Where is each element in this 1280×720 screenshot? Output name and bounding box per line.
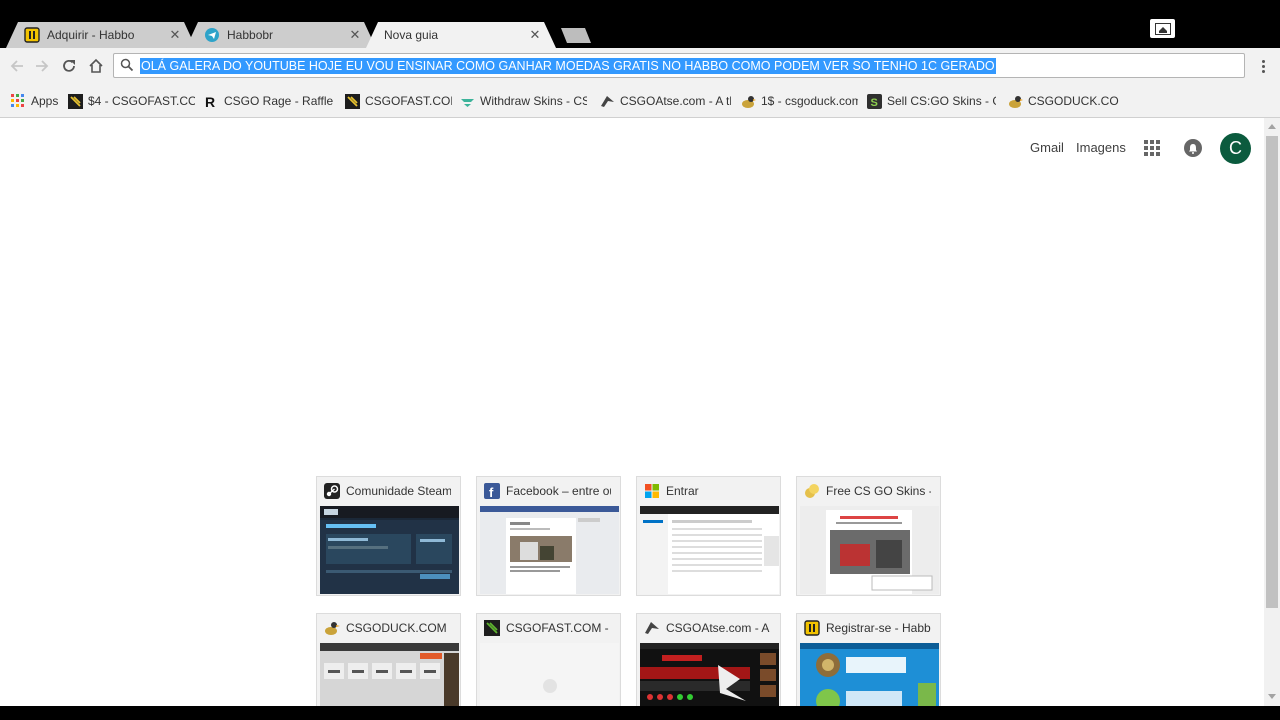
new-tab-page: Gmail Imagens C Comunidade Steam f Faceb… <box>0 118 1264 706</box>
chrome-menu-button[interactable] <box>1256 57 1270 75</box>
csgofast-icon <box>344 93 360 109</box>
coins-icon <box>804 483 820 499</box>
tab-adquirir-habbo[interactable]: Adquirir - Habbo ✕ <box>6 22 196 48</box>
bookmark-csgoduck[interactable]: CSGODUCK.COM <box>1007 93 1119 109</box>
csgoatse-icon <box>644 620 660 636</box>
tile-title: Comunidade Steam <box>346 484 451 498</box>
withdraw-icon <box>459 93 475 109</box>
google-apps-icon[interactable] <box>1144 140 1160 156</box>
bookmark-sell-skins[interactable]: S Sell CS:GO Skins - Get <box>866 93 996 109</box>
bookmark-csgofast[interactable]: CSGOFAST.COM <box>344 93 452 109</box>
telegram-icon <box>204 27 220 43</box>
duck-icon <box>1007 93 1023 109</box>
scroll-down-icon[interactable] <box>1268 694 1276 699</box>
habbo-icon <box>804 620 820 636</box>
forward-button[interactable] <box>32 56 52 76</box>
most-visited-tile[interactable]: f Facebook – entre ou c <box>476 476 621 596</box>
bookmark-label: CSGOAtse.com - A th <box>620 94 731 108</box>
bookmark-label: Withdraw Skins - CSG <box>480 94 587 108</box>
close-icon[interactable]: ✕ <box>168 28 182 42</box>
bookmark-apps[interactable]: Apps <box>10 93 60 109</box>
csgorage-icon: R <box>203 93 219 109</box>
tab-title: Habbobr <box>227 28 274 42</box>
duck-icon <box>740 93 756 109</box>
csgofast-icon <box>484 620 500 636</box>
sell-icon: S <box>866 93 882 109</box>
tile-title: Entrar <box>666 484 699 498</box>
tile-title: Free CS GO Skins - C <box>826 484 931 498</box>
address-text[interactable]: OLÁ GALERA DO YOUTUBE HOJE EU VOU ENSINA… <box>140 58 996 74</box>
most-visited-tile[interactable]: CSGODUCK.COM <box>316 613 461 706</box>
bookmark-label: $4 - CSGOFAST.COM <box>88 94 195 108</box>
bookmark-csgorage[interactable]: R CSGO Rage - Raffles & <box>203 93 334 109</box>
habbo-icon <box>24 27 40 43</box>
tile-thumbnail <box>640 643 779 706</box>
most-visited-tile[interactable]: CSGOFAST.COM - TF <box>476 613 621 706</box>
new-tab-button[interactable] <box>561 28 591 43</box>
most-visited-tile[interactable]: CSGOAtse.com - A th <box>636 613 781 706</box>
tile-title: Facebook – entre ou c <box>506 484 611 498</box>
address-bar[interactable]: OLÁ GALERA DO YOUTUBE HOJE EU VOU ENSINA… <box>113 53 1245 78</box>
svg-text:S: S <box>870 97 877 109</box>
tile-title: CSGOAtse.com - A th <box>666 621 771 635</box>
bookmark-label: CSGODUCK.COM <box>1028 94 1119 108</box>
tile-thumbnail <box>640 506 779 594</box>
tile-thumbnail <box>800 643 939 706</box>
tab-nova-guia[interactable]: Nova guia ✕ <box>366 22 556 48</box>
tile-thumbnail <box>800 506 939 594</box>
profile-window-icon[interactable] <box>1150 19 1175 38</box>
account-avatar[interactable]: C <box>1220 133 1251 164</box>
bookmarks-bar: Apps $4 - CSGOFAST.COM R CSGO Rage - Raf… <box>0 84 1280 118</box>
tile-thumbnail <box>480 506 619 594</box>
scroll-thumb[interactable] <box>1266 136 1278 608</box>
tile-title: CSGODUCK.COM <box>346 621 447 635</box>
most-visited-tile[interactable]: Registrar-se - Habbo <box>796 613 941 706</box>
bookmark-csgofast-4[interactable]: $4 - CSGOFAST.COM <box>67 93 195 109</box>
steam-icon <box>324 483 340 499</box>
most-visited-tile[interactable]: Entrar <box>636 476 781 596</box>
back-button[interactable] <box>7 56 27 76</box>
bookmark-label: Apps <box>31 94 59 108</box>
close-icon[interactable]: ✕ <box>528 28 542 42</box>
bookmark-label: CSGOFAST.COM <box>365 94 452 108</box>
tile-title: CSGOFAST.COM - TF <box>506 621 611 635</box>
csgofast-icon <box>67 93 83 109</box>
apps-icon <box>10 93 26 109</box>
most-visited-tile[interactable]: Comunidade Steam <box>316 476 461 596</box>
home-button[interactable] <box>86 56 106 76</box>
tab-habbobr[interactable]: Habbobr ✕ <box>186 22 376 48</box>
close-icon[interactable]: ✕ <box>348 28 362 42</box>
vertical-scrollbar[interactable] <box>1264 118 1280 706</box>
scroll-up-icon[interactable] <box>1268 124 1276 129</box>
duck-icon <box>324 620 340 636</box>
microsoft-icon <box>644 483 660 499</box>
bottom-edge <box>0 706 1280 720</box>
tile-thumbnail <box>480 643 619 706</box>
most-visited-tile[interactable]: Free CS GO Skins - C <box>796 476 941 596</box>
bookmark-label: CSGO Rage - Raffles & <box>224 94 333 108</box>
tile-thumbnail <box>320 506 459 594</box>
facebook-icon: f <box>484 483 500 499</box>
reload-button[interactable] <box>59 56 79 76</box>
bookmark-label: 1$ - csgoduck.com <box>761 94 858 108</box>
search-icon <box>120 58 134 72</box>
gmail-link[interactable]: Gmail <box>1030 140 1064 155</box>
images-link[interactable]: Imagens <box>1076 140 1126 155</box>
tile-thumbnail <box>320 643 459 706</box>
bookmark-withdraw-skins[interactable]: Withdraw Skins - CSG <box>459 93 587 109</box>
bookmark-csgoatse[interactable]: CSGOAtse.com - A th <box>599 93 731 109</box>
tab-title: Adquirir - Habbo <box>47 28 135 42</box>
csgoatse-icon <box>599 93 615 109</box>
tab-title: Nova guia <box>384 28 439 42</box>
tile-title: Registrar-se - Habbo <box>826 621 931 635</box>
bookmark-label: Sell CS:GO Skins - Get <box>887 94 996 108</box>
bookmark-csgoduck-1[interactable]: 1$ - csgoduck.com <box>740 93 858 109</box>
tab-strip: Adquirir - Habbo ✕ Habbobr ✕ Nova guia ✕ <box>0 0 1280 48</box>
notifications-bell-icon[interactable] <box>1184 139 1202 157</box>
svg-text:R: R <box>205 94 215 109</box>
svg-text:f: f <box>489 485 494 499</box>
